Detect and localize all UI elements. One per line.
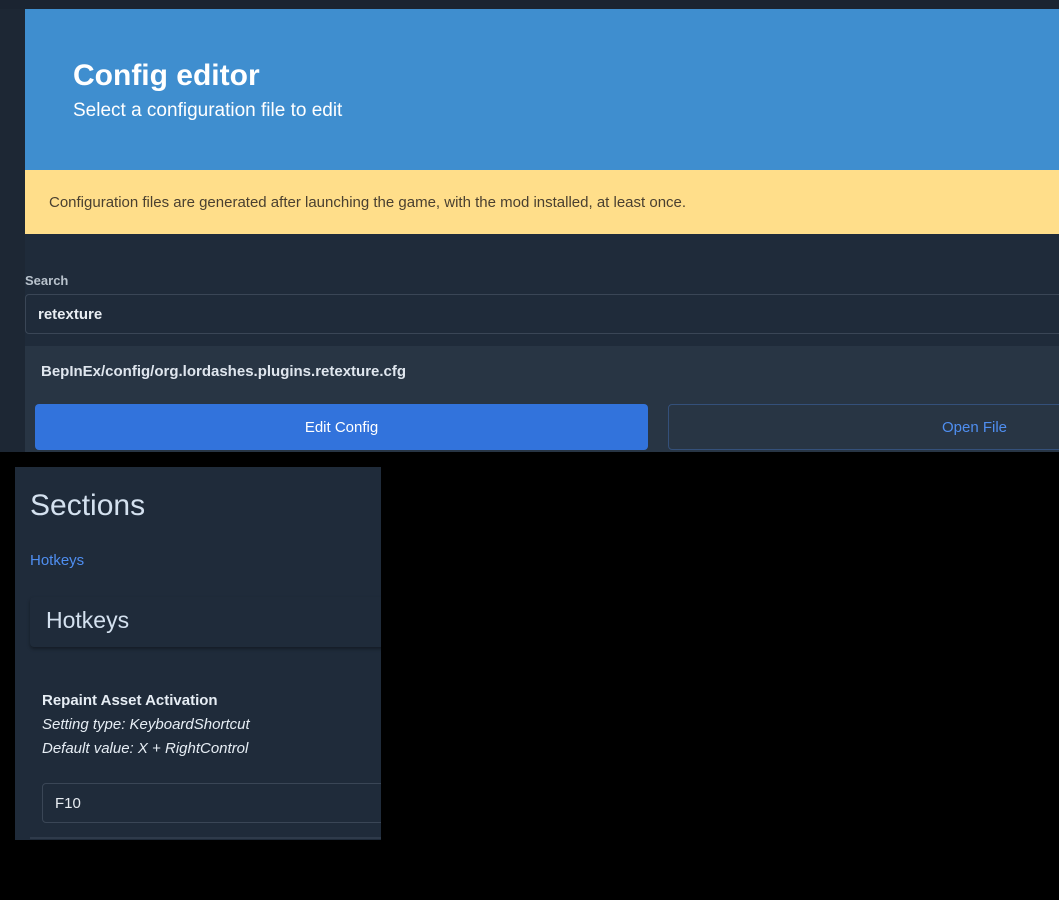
edit-config-button[interactable]: Edit Config	[35, 404, 648, 450]
config-editor-page: Config editor Select a configuration fil…	[0, 0, 1059, 452]
search-input[interactable]	[25, 294, 1059, 334]
hero-header: Config editor Select a configuration fil…	[25, 9, 1059, 170]
config-file-path: BepInEx/config/org.lordashes.plugins.ret…	[41, 363, 407, 380]
page-title: Config editor	[73, 59, 260, 92]
setting-info: Repaint Asset Activation Setting type: K…	[42, 689, 250, 761]
search-label: Search	[25, 273, 69, 288]
warning-notice: Configuration files are generated after …	[25, 170, 1059, 234]
open-file-button[interactable]: Open File	[668, 404, 1059, 450]
setting-type: Setting type: KeyboardShortcut	[42, 716, 250, 733]
sections-title: Sections	[30, 489, 146, 522]
setting-default: Default value: X + RightControl	[42, 740, 249, 757]
page-subtitle: Select a configuration file to edit	[73, 100, 343, 121]
section-link-hotkeys[interactable]: Hotkeys	[30, 552, 84, 569]
config-file-card: BepInEx/config/org.lordashes.plugins.ret…	[25, 346, 1059, 452]
setting-value-input[interactable]	[42, 783, 381, 823]
sections-panel: Sections Hotkeys Hotkeys Repaint Asset A…	[15, 467, 381, 840]
section-header: Hotkeys	[30, 597, 381, 647]
section-title: Hotkeys	[46, 607, 130, 633]
left-sidebar-edge	[0, 9, 25, 452]
top-bar	[0, 0, 1059, 9]
divider	[30, 837, 381, 839]
setting-name: Repaint Asset Activation	[42, 692, 218, 709]
